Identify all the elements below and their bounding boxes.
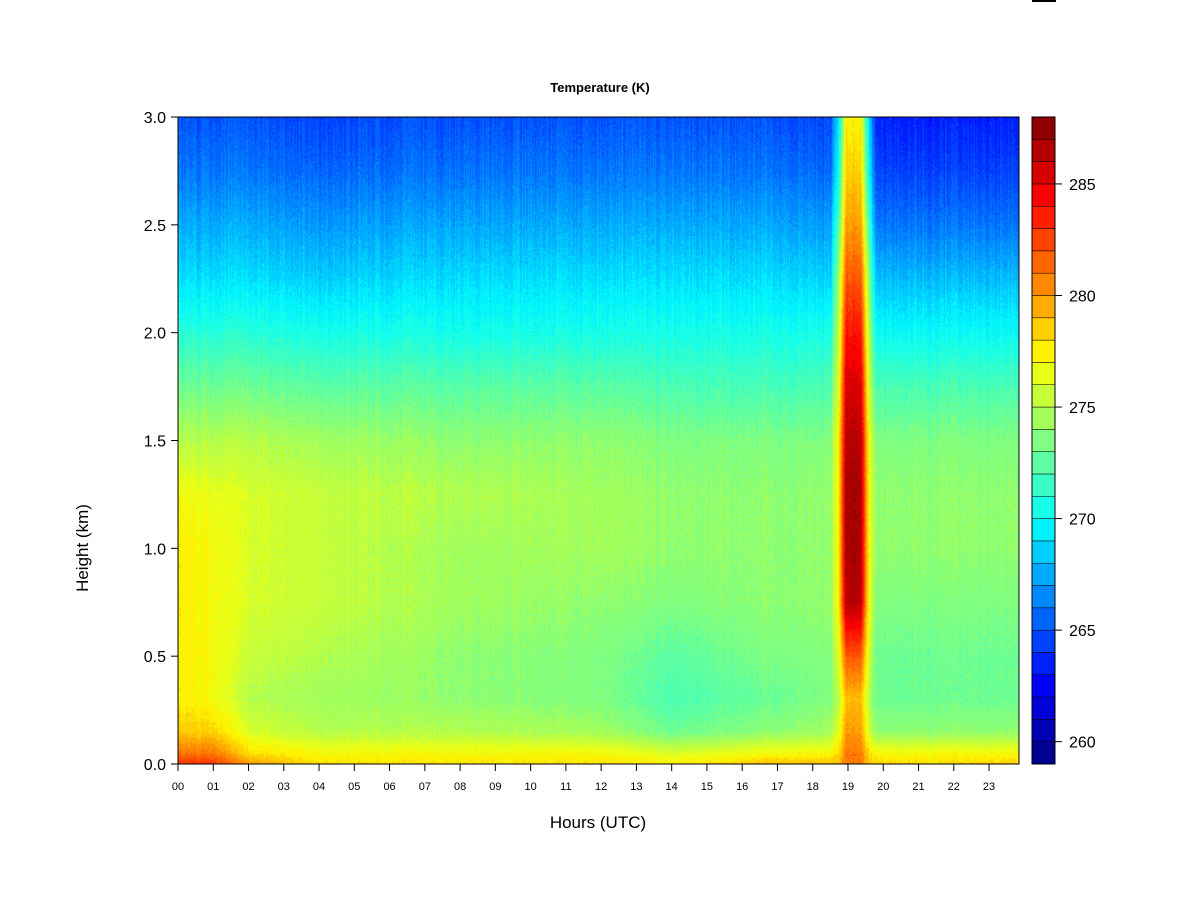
colorbar-bin xyxy=(1031,183,1056,207)
colorbar-bin xyxy=(1031,607,1056,631)
x-tick-label: 03 xyxy=(278,781,290,793)
plot-frame xyxy=(177,116,1020,765)
x-tick-label: 02 xyxy=(242,781,254,793)
y-tick-label: 3.0 xyxy=(144,110,166,127)
colorbar-bin xyxy=(1031,674,1056,698)
colorbar-bin xyxy=(1031,585,1056,609)
colorbar-bin xyxy=(1031,205,1056,229)
x-tick-label: 12 xyxy=(595,781,607,793)
colorbar-bin xyxy=(1031,116,1056,140)
colorbar-tick-label: 275 xyxy=(1069,400,1096,417)
colorbar-bin xyxy=(1031,451,1056,475)
colorbar-bin xyxy=(1031,696,1056,720)
colorbar-bin xyxy=(1031,473,1056,497)
x-tick-label: 14 xyxy=(666,781,678,793)
colorbar-bin xyxy=(1031,429,1056,452)
x-tick-label: 21 xyxy=(912,781,924,793)
x-tick-label: 17 xyxy=(771,781,783,793)
colorbar-bin xyxy=(1031,161,1056,185)
y-tick-label: 1.0 xyxy=(144,541,166,558)
colorbar-bin xyxy=(1031,339,1056,363)
colorbar-tick-label: 280 xyxy=(1069,288,1096,305)
colorbar-bin xyxy=(1031,384,1056,408)
colorbar-bin xyxy=(1031,362,1056,385)
y-tick-label: 1.5 xyxy=(144,434,166,451)
colorbar-bin xyxy=(1031,228,1056,252)
colorbar-bin xyxy=(1031,562,1056,586)
y-tick-label: 2.5 xyxy=(144,218,166,235)
colorbar-bin xyxy=(1031,496,1056,519)
colorbar-bin xyxy=(1031,250,1056,274)
x-tick-label: 23 xyxy=(983,781,995,793)
colorbar-bin xyxy=(1031,139,1056,162)
x-tick-label: 00 xyxy=(172,781,184,793)
colorbar-tick-label: 260 xyxy=(1069,735,1096,752)
x-tick-label: 05 xyxy=(348,781,360,793)
x-tick-label: 08 xyxy=(454,781,466,793)
y-tick-label: 0.5 xyxy=(144,649,166,666)
x-tick-label: 01 xyxy=(207,781,219,793)
x-tick-label: 22 xyxy=(948,781,960,793)
colorbar-bin xyxy=(1031,272,1056,296)
colorbar-bin xyxy=(1031,518,1056,542)
colorbar-tick-label: 285 xyxy=(1069,177,1096,194)
colorbar-tick-label: 270 xyxy=(1069,512,1096,529)
x-tick-label: 13 xyxy=(630,781,642,793)
colorbar-bin xyxy=(1031,741,1056,765)
y-tick-label: 2.0 xyxy=(144,326,166,343)
x-tick-label: 16 xyxy=(736,781,748,793)
x-tick-label: 18 xyxy=(807,781,819,793)
x-tick-label: 11 xyxy=(560,781,571,793)
x-tick-label: 10 xyxy=(524,781,536,793)
x-tick-label: 06 xyxy=(383,781,395,793)
colorbar-bin xyxy=(1031,317,1056,341)
chart-axes: 00 01 02 03 04 05 06 07 08 09 10 11 12 13 14 15 16 17 18 19… xyxy=(144,110,1096,793)
colorbar-bin xyxy=(1031,629,1056,653)
colorbar-bin xyxy=(1031,295,1056,319)
colorbar-bin xyxy=(1031,652,1056,676)
colorbar-bin xyxy=(1031,406,1056,430)
colorbar-tick-label: 265 xyxy=(1069,623,1096,640)
x-tick-label: 07 xyxy=(419,781,431,793)
x-tick-label: 19 xyxy=(842,781,854,793)
x-tick-label: 15 xyxy=(701,781,713,793)
x-tick-label: 20 xyxy=(877,781,889,793)
corner-mark xyxy=(1032,0,1056,2)
y-tick-label: 0.0 xyxy=(144,757,166,774)
x-tick-label: 04 xyxy=(313,781,325,793)
x-tick-label: 09 xyxy=(489,781,501,793)
colorbar-bin xyxy=(1031,719,1056,742)
colorbar-bin xyxy=(1031,540,1056,564)
